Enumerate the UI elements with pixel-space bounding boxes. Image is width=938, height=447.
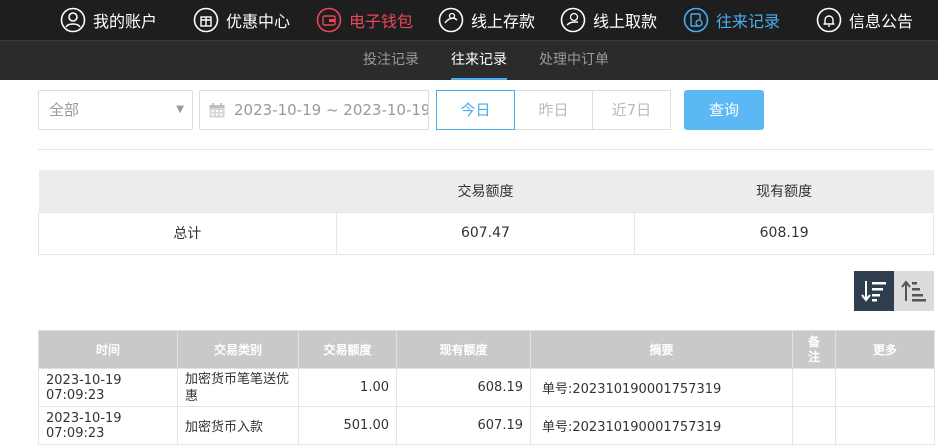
bell-icon — [816, 7, 842, 33]
summary-header-amount: 交易额度 — [336, 170, 635, 212]
column-amount: 交易额度 — [298, 330, 397, 369]
sort-descending-icon — [861, 281, 886, 302]
row-amount: 1.00 — [298, 368, 397, 407]
row-remark — [792, 406, 836, 445]
row-time: 2023-10-19 07:09:23 — [38, 368, 178, 407]
sort-descending-button[interactable] — [854, 271, 894, 311]
row-balance: 607.19 — [396, 406, 531, 445]
last-7-days-button[interactable]: 近7日 — [592, 90, 671, 130]
type-select-value: 全部 — [49, 101, 80, 119]
withdraw-icon — [560, 7, 586, 33]
column-balance: 现有额度 — [396, 330, 531, 369]
records-icon — [683, 7, 709, 33]
row-balance: 608.19 — [396, 368, 531, 407]
column-time: 时间 — [38, 330, 178, 369]
row-more[interactable] — [835, 406, 935, 445]
today-button[interactable]: 今日 — [436, 90, 515, 130]
sub-nav: 投注记录 往来记录 处理中订单 — [0, 40, 938, 80]
column-more: 更多 — [835, 330, 935, 369]
summary-total-amount: 607.47 — [335, 211, 636, 255]
nav-wallet[interactable]: 电子钱包 — [316, 0, 413, 40]
yesterday-button[interactable]: 昨日 — [514, 90, 593, 130]
nav-label: 信息公告 — [849, 12, 914, 31]
caret-down-icon: ▼ — [176, 104, 184, 115]
date-range-input[interactable]: 2023-10-19 ~ 2023-10-19 — [199, 90, 429, 130]
tab-bet-records[interactable]: 投注记录 — [363, 41, 419, 80]
nav-label: 线上存款 — [471, 12, 536, 31]
nav-label: 电子钱包 — [349, 12, 414, 31]
nav-label: 往来记录 — [716, 12, 781, 31]
wallet-icon — [316, 7, 342, 33]
divider — [38, 149, 934, 150]
type-select[interactable]: 全部 ▼ — [38, 90, 193, 130]
nav-deposit[interactable]: 线上存款 — [438, 0, 535, 40]
user-icon — [60, 7, 86, 33]
table-row: 2023-10-19 07:09:23 加密货币入款 501.00 607.19… — [38, 406, 935, 445]
summary-total-balance: 608.19 — [634, 211, 934, 255]
nav-label: 线上取款 — [593, 12, 658, 31]
column-summary: 摘要 — [530, 330, 793, 369]
nav-promotions[interactable]: 优惠中心 — [193, 0, 290, 40]
row-summary: 单号:202310190001757319 — [530, 406, 793, 445]
summary-total-label: 总计 — [38, 211, 337, 255]
nav-records[interactable]: 往来记录 — [683, 0, 780, 40]
nav-my-account[interactable]: 我的账户 — [60, 0, 157, 40]
summary-header-empty — [38, 170, 337, 212]
deposit-icon — [438, 7, 464, 33]
nav-label: 优惠中心 — [226, 12, 291, 31]
top-nav: 我的账户 优惠中心 电子钱包 线上存款 线上取款 往来记录 信息公告 — [0, 0, 938, 40]
tab-transaction-records[interactable]: 往来记录 — [451, 41, 507, 80]
row-type: 加密货币入款 — [177, 406, 299, 445]
query-button[interactable]: 查询 — [684, 90, 764, 130]
date-range-value: 2023-10-19 ~ 2023-10-19 — [234, 101, 429, 119]
sort-ascending-button[interactable] — [894, 271, 934, 311]
nav-label: 我的账户 — [93, 12, 158, 31]
row-amount: 501.00 — [298, 406, 397, 445]
summary-header-row: 交易额度 现有额度 — [38, 170, 934, 212]
summary-header-balance: 现有额度 — [634, 170, 934, 212]
column-type: 交易类别 — [177, 330, 299, 369]
row-more[interactable] — [835, 368, 935, 407]
transactions-table: 时间 交易类别 交易额度 现有额度 摘要 备注 更多 2023-10-19 07… — [38, 330, 935, 445]
table-row: 2023-10-19 07:09:23 加密货币笔笔送优惠 1.00 608.1… — [38, 368, 935, 407]
tab-pending-orders[interactable]: 处理中订单 — [539, 41, 609, 80]
row-summary: 单号:202310190001757319 — [530, 368, 793, 407]
row-remark — [792, 368, 836, 407]
summary-total-row: 总计 607.47 608.19 — [38, 211, 934, 255]
summary-table: 交易额度 现有额度 总计 607.47 608.19 — [38, 170, 934, 255]
table-header-row: 时间 交易类别 交易额度 现有额度 摘要 备注 更多 — [38, 330, 935, 369]
row-type: 加密货币笔笔送优惠 — [177, 368, 299, 407]
calendar-icon — [209, 103, 225, 118]
gift-icon — [193, 7, 219, 33]
sort-ascending-icon — [901, 280, 926, 302]
nav-announcements[interactable]: 信息公告 — [816, 0, 913, 40]
nav-withdraw[interactable]: 线上取款 — [560, 0, 657, 40]
quick-date-group: 今日 昨日 近7日 — [436, 90, 671, 130]
row-time: 2023-10-19 07:09:23 — [38, 406, 178, 445]
column-remark: 备注 — [792, 330, 836, 369]
